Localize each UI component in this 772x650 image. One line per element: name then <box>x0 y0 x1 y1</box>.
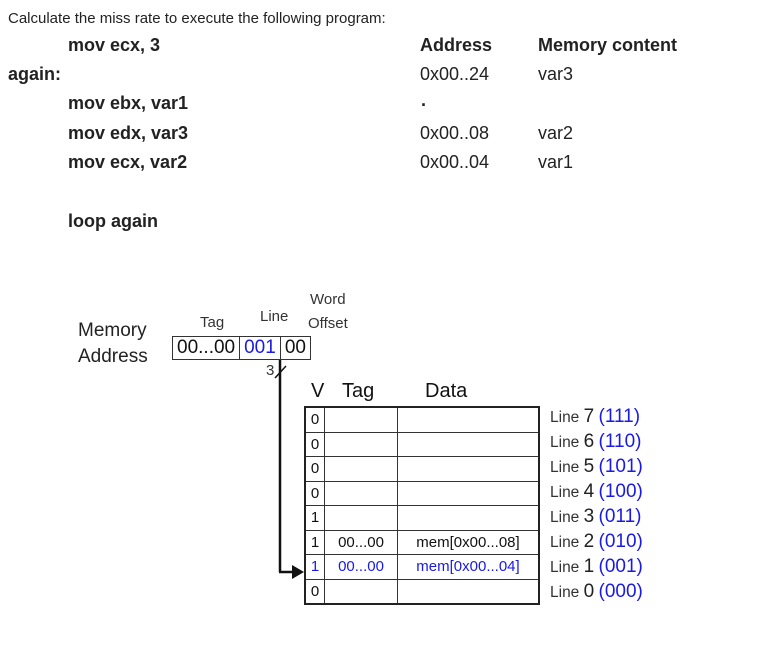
line-binary: (110) <box>598 431 642 452</box>
line-binary: (101) <box>598 456 643 477</box>
tag-cell <box>324 578 398 605</box>
tag-cell <box>324 505 398 531</box>
line-number: 6 <box>583 431 595 452</box>
line-label: Line 3 (011) <box>550 506 641 528</box>
cache-header-tag: Tag <box>342 380 375 402</box>
line-label: Line 1 (001) <box>550 556 643 578</box>
line-binary: (000) <box>598 581 643 602</box>
line-binary: (011) <box>598 506 642 527</box>
line-label: Line 4 (100) <box>550 481 643 503</box>
valid-bit: 0 <box>304 431 325 457</box>
tag-cell: 00...00 <box>324 554 398 580</box>
valid-bit: 1 <box>304 554 325 580</box>
data-cell <box>397 456 540 482</box>
line-label: Line 6 (110) <box>550 431 641 453</box>
cache-row: 1 00...00 mem[0x00...08] <box>304 529 540 555</box>
valid-bit: 1 <box>304 505 325 531</box>
data-cell: mem[0x00...04] <box>397 554 540 580</box>
tag-cell <box>324 456 398 482</box>
data-cell <box>397 406 540 433</box>
cache-row: 1 <box>304 505 540 531</box>
line-number: 1 <box>583 556 595 577</box>
line-word: Line <box>550 534 580 551</box>
line-word: Line <box>550 409 580 426</box>
valid-bit: 0 <box>304 456 325 482</box>
line-label: Line 0 (000) <box>550 581 643 603</box>
cache-row: 0 <box>304 456 540 482</box>
data-cell <box>397 578 540 605</box>
cache-table: 0 0 0 0 1 1 00...00 mem[0x00...08] 1 00...0… <box>304 406 540 605</box>
line-number: 5 <box>583 456 595 477</box>
line-number: 3 <box>583 506 595 527</box>
cache-row: 0 <box>304 480 540 506</box>
data-cell <box>397 480 540 506</box>
line-word: Line <box>550 459 580 476</box>
cache-header-data: Data <box>425 380 468 402</box>
cache-row-highlighted: 1 00...00 mem[0x00...04] <box>304 554 540 580</box>
valid-bit: 1 <box>304 529 325 555</box>
line-word: Line <box>550 509 580 526</box>
tag-cell <box>324 406 398 433</box>
line-label: Line 5 (101) <box>550 456 643 478</box>
line-word: Line <box>550 434 580 451</box>
tag-cell <box>324 431 398 457</box>
cache-row: 0 <box>304 431 540 457</box>
tag-cell: 00...00 <box>324 529 398 555</box>
line-binary: (111) <box>598 406 641 427</box>
line-number: 7 <box>583 406 595 427</box>
data-cell <box>397 505 540 531</box>
line-word: Line <box>550 559 580 576</box>
line-label: Line 2 (010) <box>550 531 643 553</box>
line-binary: (010) <box>598 531 643 552</box>
arrow-head-icon <box>292 565 304 579</box>
valid-bit: 0 <box>304 578 325 605</box>
data-cell <box>397 431 540 457</box>
line-number: 0 <box>583 581 595 602</box>
line-word: Line <box>550 484 580 501</box>
cache-row: 0 <box>304 406 540 433</box>
line-binary: (100) <box>598 481 643 502</box>
cache-row: 0 <box>304 578 540 605</box>
valid-bit: 0 <box>304 480 325 506</box>
line-label: Line 7 (111) <box>550 406 640 428</box>
line-number: 4 <box>583 481 595 502</box>
valid-bit: 0 <box>304 406 325 433</box>
cache-header-v: V <box>311 380 325 402</box>
data-cell: mem[0x00...08] <box>397 529 540 555</box>
tag-cell <box>324 480 398 506</box>
line-word: Line <box>550 584 580 601</box>
line-binary: (001) <box>598 556 643 577</box>
line-number: 2 <box>583 531 595 552</box>
